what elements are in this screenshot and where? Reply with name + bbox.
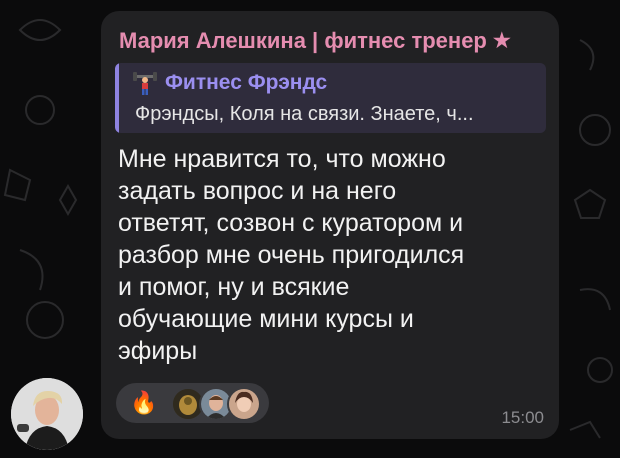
sender-name[interactable]: Мария Алешкина | фитнес тренер ★ xyxy=(119,26,511,56)
reply-accent-bar xyxy=(115,63,119,133)
message-text: Мне нравится то, что можно задать вопрос… xyxy=(118,145,465,365)
sender-avatar[interactable] xyxy=(11,378,83,450)
fire-reaction-icon: 🔥 xyxy=(130,390,158,415)
message-bubble[interactable]: Мария Алешкина | фитнес тренер ★ Фитнес … xyxy=(101,11,559,439)
weightlifter-icon xyxy=(133,72,157,95)
message-time: 15:00 xyxy=(501,408,544,427)
star-icon: ★ xyxy=(492,30,511,52)
reply-preview[interactable]: Фитнес Фрэндс Фрэндсы, Коля на связи. Зн… xyxy=(115,63,546,133)
reply-title-text: Фитнес Фрэндс xyxy=(165,71,328,94)
reply-title: Фитнес Фрэндс xyxy=(133,69,327,97)
reaction-bar[interactable]: 🔥 xyxy=(116,383,269,423)
reply-preview-text: Фрэндсы, Коля на связи. Знаете, ч... xyxy=(135,103,474,125)
sender-name-text: Мария Алешкина | фитнес тренер xyxy=(119,28,487,53)
reactor-avatar-3[interactable] xyxy=(227,387,261,421)
